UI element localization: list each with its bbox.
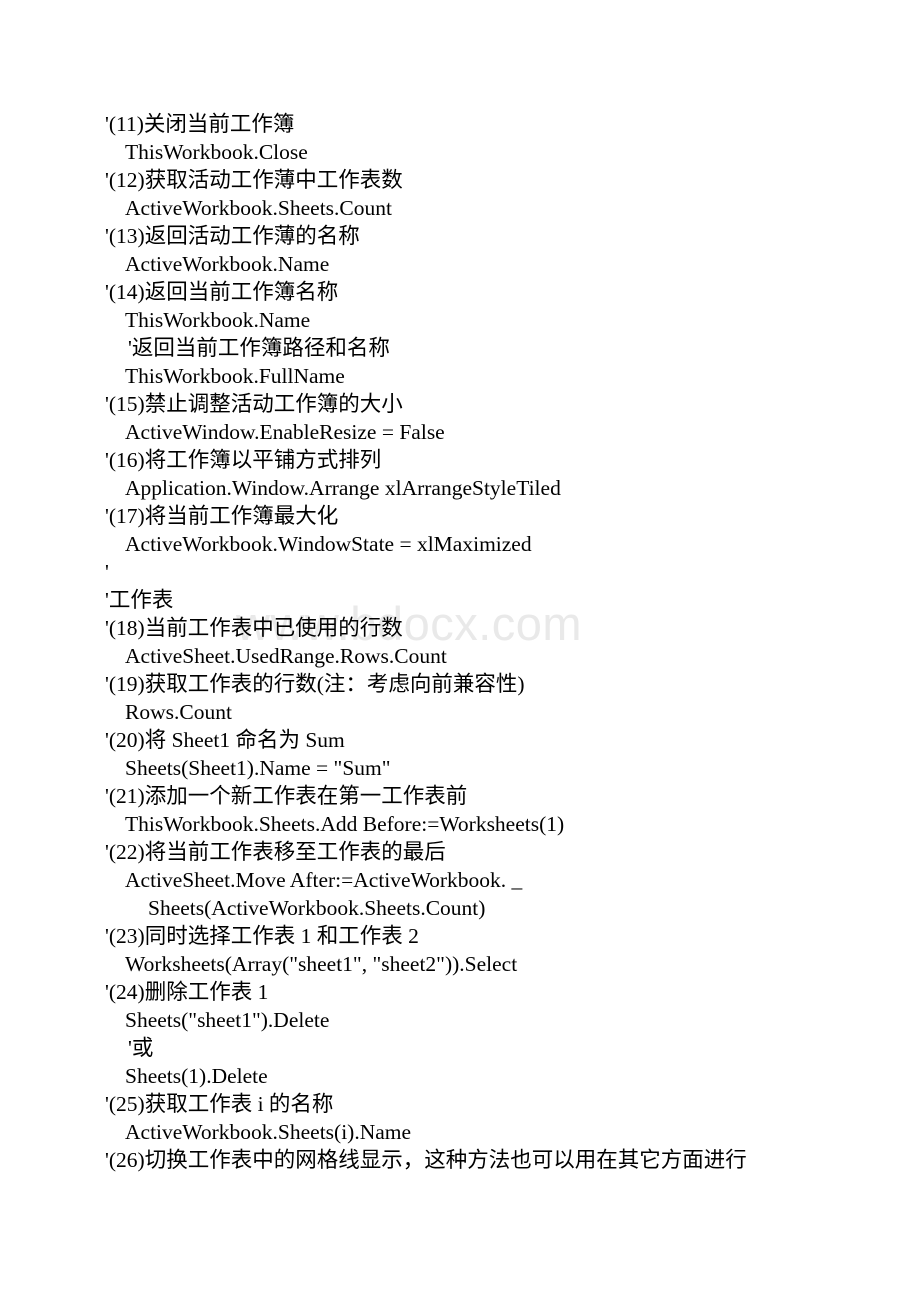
code-line: ActiveWorkbook.Name [125, 252, 330, 276]
code-line: ActiveWorkbook.Sheets.Count [125, 196, 392, 220]
code-line: ActiveWorkbook.Sheets(i).Name [125, 1120, 412, 1144]
comment-line: '(16)将工作簿以平铺方式排列 [105, 448, 382, 472]
comment-line: '返回当前工作簿路径和名称 [128, 336, 390, 360]
comment-line: '(13)返回活动工作薄的名称 [105, 224, 360, 248]
comment-line: '(26)切换工作表中的网格线显示，这种方法也可以用在其它方面进行 [105, 1148, 747, 1172]
code-line: Application.Window.Arrange xlArrangeStyl… [125, 476, 561, 500]
comment-line: '(11)关闭当前工作簿 [105, 112, 295, 136]
comment-line: '(17)将当前工作簿最大化 [105, 504, 339, 528]
code-line: Sheets(ActiveWorkbook.Sheets.Count) [148, 896, 486, 920]
code-line: ThisWorkbook.Close [125, 140, 308, 164]
code-line: Rows.Count [125, 700, 232, 724]
comment-line: '(21)添加一个新工作表在第一工作表前 [105, 784, 468, 808]
comment-line: '(23)同时选择工作表 1 和工作表 2 [105, 924, 419, 948]
comment-line: '(14)返回当前工作簿名称 [105, 280, 339, 304]
comment-line: '(15)禁止调整活动工作簿的大小 [105, 392, 403, 416]
comment-line: '(25)获取工作表 i 的名称 [105, 1092, 334, 1116]
comment-line: '(20)将 Sheet1 命名为 Sum [105, 728, 345, 752]
code-line: ActiveWorkbook.WindowState = xlMaximized [125, 532, 532, 556]
document-page: www.bdocx.com '(11)关闭当前工作簿 ThisWorkbook.C… [0, 0, 920, 1302]
code-line: ActiveWindow.EnableResize = False [125, 420, 445, 444]
comment-line: '工作表 [105, 588, 174, 612]
code-line: Worksheets(Array("sheet1", "sheet2")).Se… [125, 952, 518, 976]
code-line: Sheets("sheet1").Delete [125, 1008, 330, 1032]
comment-line: '(19)获取工作表的行数(注：考虑向前兼容性) [105, 672, 525, 696]
code-line: ThisWorkbook.FullName [125, 364, 345, 388]
comment-line: '(12)获取活动工作薄中工作表数 [105, 168, 403, 192]
code-line: ThisWorkbook.Name [125, 308, 311, 332]
comment-line: '(24)删除工作表 1 [105, 980, 269, 1004]
comment-line: '(22)将当前工作表移至工作表的最后 [105, 840, 446, 864]
code-line: ThisWorkbook.Sheets.Add Before:=Workshee… [125, 812, 565, 836]
code-line: ActiveSheet.Move After:=ActiveWorkbook. … [125, 868, 523, 892]
code-line: Sheets(1).Delete [125, 1064, 268, 1088]
comment-line: ' [105, 560, 109, 584]
code-line: ActiveSheet.UsedRange.Rows.Count [125, 644, 447, 668]
code-line: Sheets(Sheet1).Name = "Sum" [125, 756, 391, 780]
comment-line: '或 [128, 1036, 154, 1060]
comment-line: '(18)当前工作表中已使用的行数 [105, 616, 403, 640]
